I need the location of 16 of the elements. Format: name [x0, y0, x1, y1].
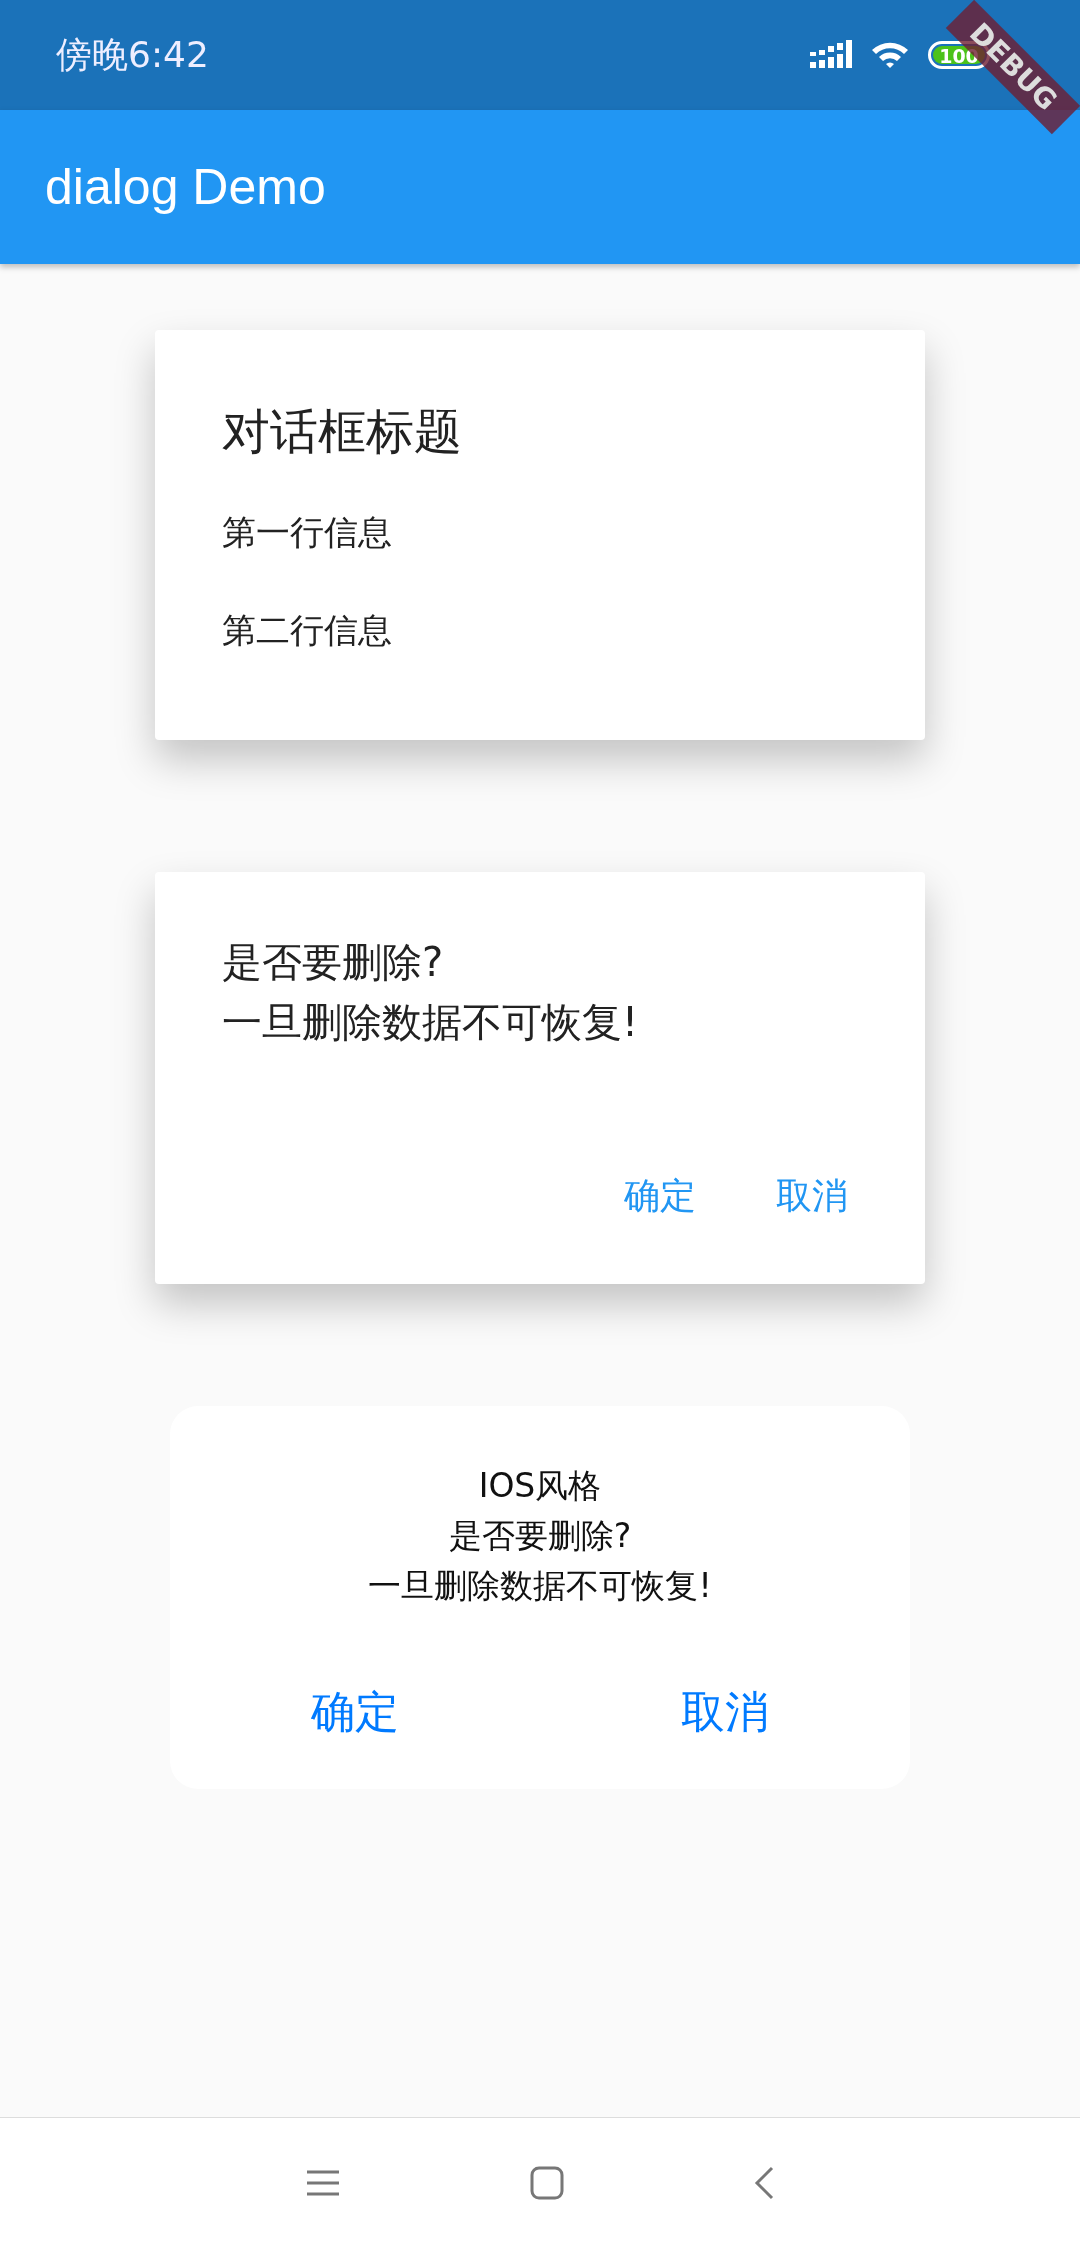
back-icon[interactable] [754, 2166, 774, 2200]
dialog-option[interactable]: 第二行信息 [222, 600, 858, 698]
menu-icon[interactable] [306, 2169, 340, 2197]
dialog-message: IOS风格 是否要删除? 一旦删除数据不可恢复! [368, 1465, 712, 1607]
dialog-action-button[interactable]: 确定 [614, 1162, 706, 1231]
dialog-action-button[interactable]: 取消 [766, 1162, 858, 1231]
dialog-action-button[interactable]: 取消 [540, 1673, 910, 1752]
dialog-option[interactable]: 第一行信息 [222, 502, 858, 600]
home-icon[interactable] [530, 2166, 564, 2200]
dialog-message: 是否要删除? 一旦删除数据不可恢复! [222, 938, 640, 1047]
status-time: 傍晚6:42 [56, 32, 209, 77]
dialog-action-button[interactable]: 确定 [170, 1673, 540, 1752]
signal-icon [810, 40, 852, 70]
app-bar-title: dialog Demo [45, 158, 326, 216]
dialog-title: 对话框标题 [222, 402, 463, 461]
wifi-icon [870, 40, 910, 70]
